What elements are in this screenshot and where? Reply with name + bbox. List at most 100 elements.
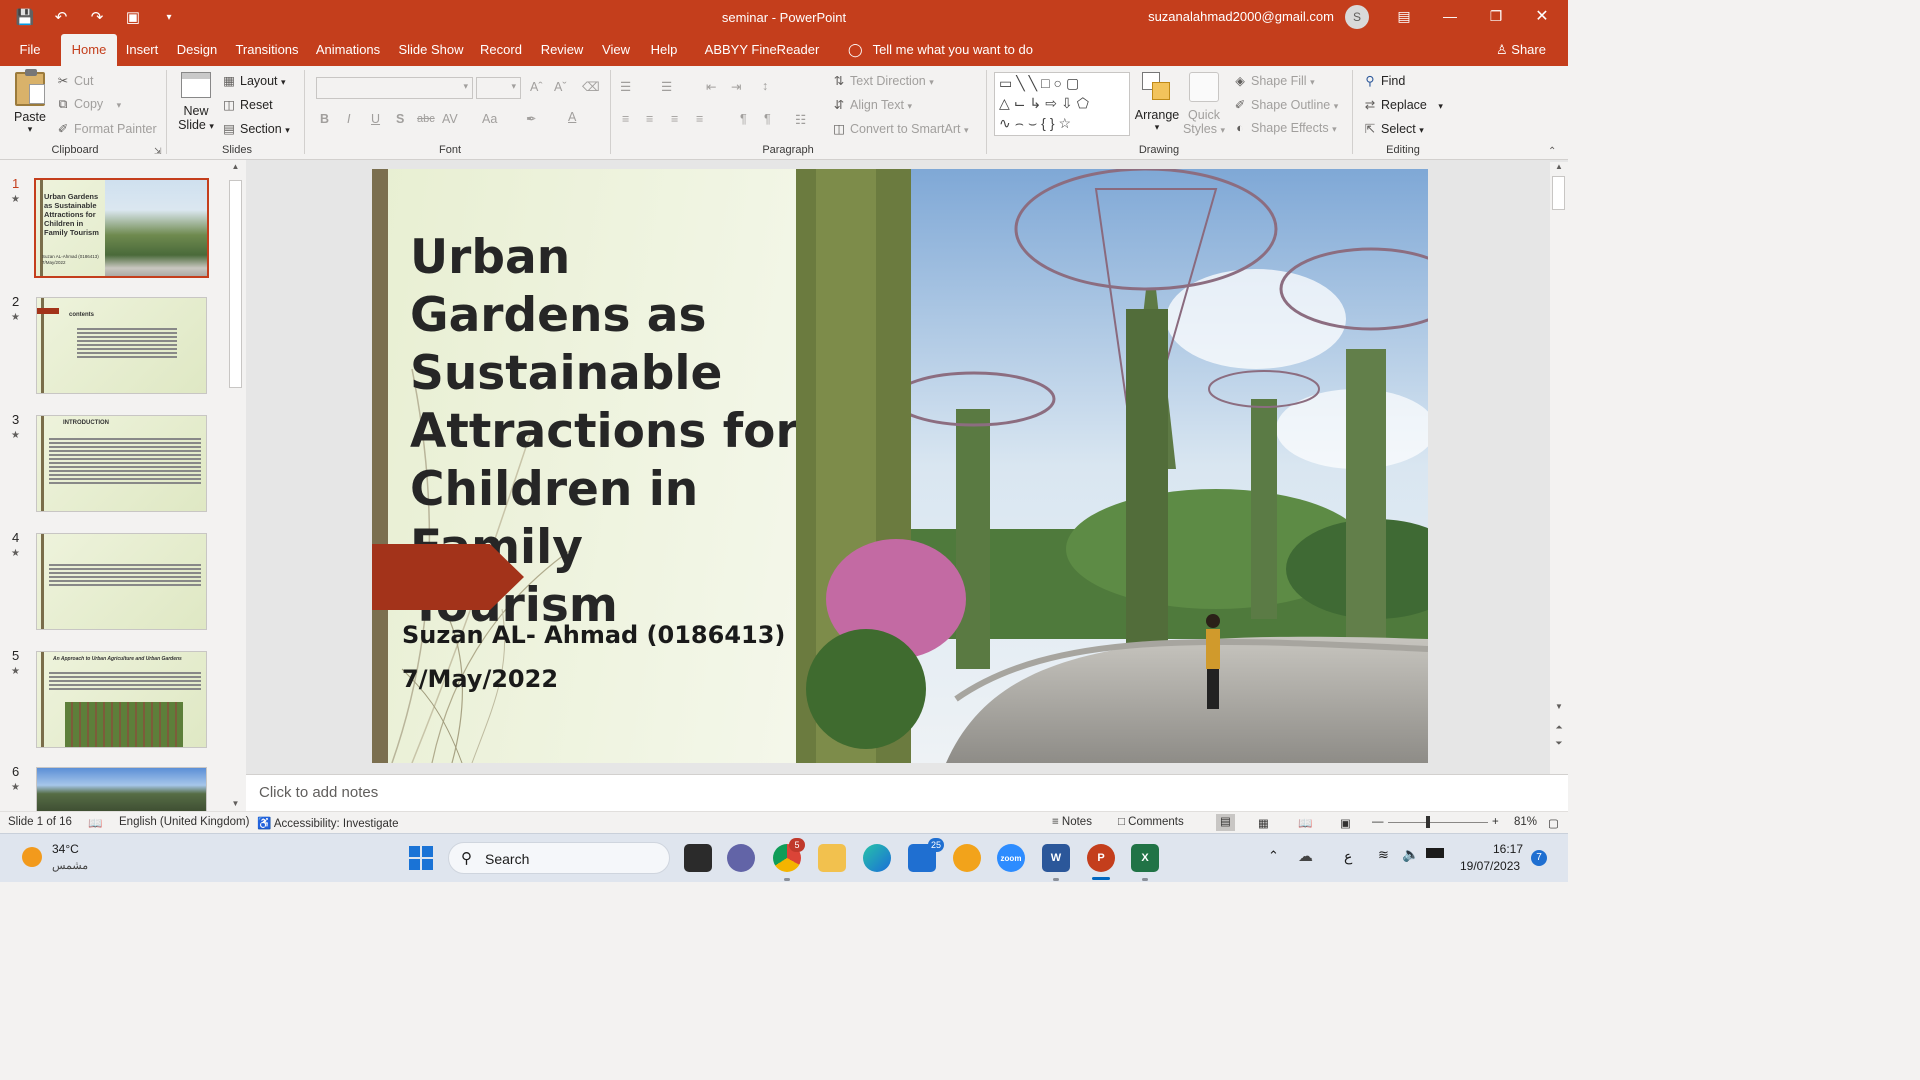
volume-icon[interactable]: 🔈: [1402, 846, 1419, 863]
replace-button[interactable]: ⇄ Replace ▾: [1363, 97, 1443, 112]
share-button[interactable]: ♙ Share: [1496, 34, 1546, 66]
tab-home[interactable]: Home: [61, 34, 117, 66]
ltr-icon[interactable]: ¶: [740, 112, 747, 126]
taskbar-search[interactable]: ⚲ Search: [448, 842, 670, 874]
align-text-button[interactable]: ⇵ Align Text ▾: [832, 97, 912, 112]
close-icon[interactable]: ✕: [1524, 4, 1560, 28]
align-left-icon[interactable]: ≡: [622, 112, 629, 126]
increase-font-icon[interactable]: Aˆ: [530, 80, 543, 94]
edge-icon[interactable]: [863, 844, 891, 872]
tab-record[interactable]: Record: [477, 34, 525, 66]
font-color-icon[interactable]: A: [568, 110, 576, 124]
bullets-icon[interactable]: ☰: [620, 79, 631, 94]
layout-button[interactable]: ▦ Layout ▾: [222, 73, 285, 88]
reading-view-icon[interactable]: 📖: [1298, 816, 1312, 830]
section-button[interactable]: ▤ Section ▾: [222, 121, 290, 136]
rtl-icon[interactable]: ¶: [764, 112, 771, 126]
next-slide-icon[interactable]: ⏷: [1550, 738, 1568, 749]
new-slide-button[interactable]: New Slide ▾: [176, 72, 216, 132]
notes-button[interactable]: ≡ Notes: [1052, 816, 1092, 828]
italic-button[interactable]: I: [347, 112, 350, 126]
tab-file[interactable]: File: [10, 34, 50, 66]
shape-outline-button[interactable]: ✐ Shape Outline ▾: [1233, 97, 1339, 112]
input-language[interactable]: ع: [1344, 848, 1352, 865]
line-spacing-icon[interactable]: ↕: [762, 79, 768, 93]
spellcheck-icon[interactable]: 📖: [88, 816, 102, 830]
language-status[interactable]: English (United Kingdom): [119, 816, 249, 828]
strikethrough-button[interactable]: abc: [417, 113, 435, 125]
minimize-icon[interactable]: —: [1432, 4, 1468, 28]
tab-slide-show[interactable]: Slide Show: [395, 34, 467, 66]
arrange-button[interactable]: Arrange ▾: [1134, 72, 1180, 133]
show-hidden-icons[interactable]: ⌃: [1268, 848, 1279, 864]
tab-review[interactable]: Review: [537, 34, 587, 66]
cut-button[interactable]: ✂ Cut: [56, 73, 94, 88]
dialog-launcher-icon[interactable]: ⇲: [154, 146, 162, 157]
slide-thumbnail-1[interactable]: Urban Gardens as Sustainable Attractions…: [34, 178, 209, 278]
slide-thumbnail-6[interactable]: [36, 767, 207, 812]
reset-button[interactable]: ◫ Reset: [222, 97, 273, 112]
ribbon-display-icon[interactable]: ▤: [1386, 4, 1422, 28]
notes-pane[interactable]: Click to add notes: [246, 774, 1568, 811]
char-spacing-button[interactable]: AV: [442, 112, 458, 126]
battery-icon[interactable]: [1426, 848, 1444, 858]
zoom-level[interactable]: 81%: [1514, 816, 1537, 828]
weather-icon[interactable]: [22, 847, 42, 867]
slide-thumbnail-4[interactable]: [36, 533, 207, 630]
vpn-shield-icon[interactable]: [953, 844, 981, 872]
decrease-indent-icon[interactable]: ⇤: [706, 79, 716, 94]
justify-icon[interactable]: ≡: [696, 112, 703, 126]
zoom-in-icon[interactable]: +: [1492, 816, 1499, 828]
change-case-button[interactable]: Aa: [482, 112, 497, 126]
slide-scrollbar[interactable]: ▲ ▼ ⏶ ⏷: [1550, 162, 1568, 774]
tab-design[interactable]: Design: [173, 34, 221, 66]
word-icon[interactable]: W: [1042, 844, 1070, 872]
shape-fill-button[interactable]: ◈ Shape Fill ▾: [1233, 73, 1314, 88]
notification-count[interactable]: 7: [1531, 850, 1547, 866]
convert-smartart-button[interactable]: ◫ Convert to SmartArt ▾: [832, 121, 968, 136]
tab-insert[interactable]: Insert: [121, 34, 163, 66]
clock-time[interactable]: 16:17: [1493, 842, 1523, 856]
mail-icon[interactable]: 25: [908, 838, 944, 872]
align-right-icon[interactable]: ≡: [671, 112, 678, 126]
underline-button[interactable]: U: [371, 112, 380, 126]
slide-thumbnail-2[interactable]: contents: [36, 297, 207, 394]
slide-thumbnail-5[interactable]: An Approach to Urban Agriculture and Urb…: [36, 651, 207, 748]
slide-canvas[interactable]: Urban Gardens as Sustainable Attractions…: [372, 169, 1428, 763]
maximize-icon[interactable]: ❐: [1478, 4, 1514, 28]
powerpoint-icon[interactable]: P: [1087, 844, 1115, 872]
tab-animations[interactable]: Animations: [312, 34, 384, 66]
tab-abbyy[interactable]: ABBYY FineReader PDF: [694, 34, 830, 89]
find-button[interactable]: ⚲ Find: [1363, 73, 1405, 88]
excel-icon[interactable]: X: [1131, 844, 1159, 872]
highlight-icon[interactable]: ✒: [526, 111, 536, 126]
text-direction-button[interactable]: ⇅ Text Direction ▾: [832, 73, 934, 88]
scrollbar-thumb[interactable]: [1552, 176, 1565, 210]
zoom-slider[interactable]: [1388, 816, 1488, 828]
shadow-button[interactable]: S: [396, 112, 404, 126]
tell-me-search[interactable]: ◯ Tell me what you want to do: [848, 34, 1033, 66]
align-center-icon[interactable]: ≡: [646, 112, 653, 126]
tab-view[interactable]: View: [598, 34, 634, 66]
previous-slide-icon[interactable]: ⏶: [1550, 722, 1568, 733]
slideshow-view-icon[interactable]: ▣: [1340, 816, 1351, 830]
thumbnail-scrollbar[interactable]: ▲ ▼: [228, 162, 243, 810]
shapes-gallery[interactable]: ▭╲╲□○▢ △⌙↳⇨⇩⬠ ∿⌢⌣{}☆: [994, 72, 1130, 136]
avatar[interactable]: S: [1345, 5, 1369, 29]
slide-thumbnail-3[interactable]: INTRODUCTION: [36, 415, 207, 512]
zoom-icon[interactable]: zoom: [997, 844, 1025, 872]
tab-transitions[interactable]: Transitions: [232, 34, 302, 66]
format-painter-button[interactable]: ✐ Format Painter: [56, 121, 157, 136]
decrease-font-icon[interactable]: Aˇ: [554, 80, 567, 94]
increase-indent-icon[interactable]: ⇥: [731, 79, 741, 94]
select-button[interactable]: ⇱ Select ▾: [1363, 121, 1424, 136]
quick-styles-button[interactable]: Quick Styles ▾: [1182, 72, 1226, 136]
numbering-icon[interactable]: ☰: [661, 79, 672, 94]
bold-button[interactable]: B: [320, 112, 329, 126]
slide-date[interactable]: 7/May/2022: [402, 665, 558, 693]
accessibility-status[interactable]: ♿ Accessibility: Investigate: [257, 816, 399, 830]
slide-author[interactable]: Suzan AL- Ahmad (0186413): [402, 621, 785, 649]
paste-button[interactable]: Paste ▾: [12, 69, 48, 135]
weather-temp[interactable]: 34°C: [52, 842, 79, 856]
zoom-out-icon[interactable]: —: [1372, 816, 1384, 828]
